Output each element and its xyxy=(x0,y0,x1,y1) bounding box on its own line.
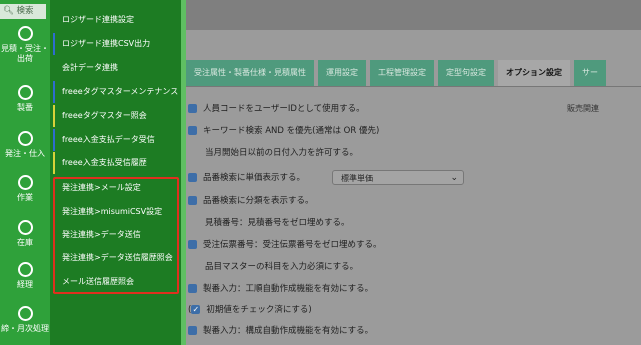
option-row[interactable]: 受注伝票番号：受注伝票番号をゼロ埋めする。 xyxy=(188,238,382,252)
tab-option-settings[interactable]: オプション設定 xyxy=(498,60,570,86)
tab-order-attributes[interactable]: 受注属性・製番仕様・見積属性 xyxy=(186,60,314,86)
option-label: 品番検索に単価表示する。 xyxy=(203,173,306,183)
sidebar-item-closing[interactable]: 締・月次処理 xyxy=(0,306,50,334)
option-label: 見積番号：見積番号をゼロ埋めする。 xyxy=(205,218,350,228)
checkbox[interactable] xyxy=(188,126,197,135)
sidebar-item-sales[interactable]: 見積・受注・出荷 xyxy=(0,26,50,64)
tab-phrase-settings[interactable]: 定型句設定 xyxy=(438,60,494,86)
menu-item[interactable]: ロジザード連携設定 xyxy=(53,9,181,31)
checkbox[interactable] xyxy=(188,240,197,249)
menu-item[interactable]: 会計データ連携 xyxy=(53,57,181,79)
menu-item[interactable]: freeeタグマスター照会 xyxy=(53,105,181,127)
circle-icon xyxy=(17,220,33,235)
menu-item[interactable]: ロジザード連携CSV出力 xyxy=(53,33,181,55)
sidebar-item-label: 締・月次処理 xyxy=(1,324,49,333)
highlight-box xyxy=(53,177,179,294)
sidebar-item-label: 見積・受注・出荷 xyxy=(1,44,49,63)
checkbox[interactable] xyxy=(188,104,197,113)
settings-tabs: 受注属性・製番仕様・見積属性 運用設定 工程管理設定 定型句設定 オプション設定… xyxy=(186,60,610,86)
option-row[interactable]: 品番検索に分類を表示する。 xyxy=(188,194,314,208)
circle-icon xyxy=(17,131,33,146)
option-label: 製番入力：構成自動作成機能を有効にする。 xyxy=(203,326,374,336)
search-input[interactable]: 🔍︎ 検索 xyxy=(0,4,46,19)
option-label: 初期値をチェック済にする) xyxy=(206,305,312,315)
sidebar-item-production-number[interactable]: 製番 xyxy=(0,85,50,113)
option-row[interactable]: (✓ 初期値をチェック済にする) xyxy=(188,303,312,317)
menu-item[interactable]: freee入金支払データ受信 xyxy=(53,129,181,151)
option-row[interactable]: 当月開始日以前の日付入力を許可する。 xyxy=(188,146,358,160)
option-label: 品番検索に分類を表示する。 xyxy=(203,196,314,206)
sidebar-item-work[interactable]: 作業 xyxy=(0,175,50,203)
select-value: 標準単価 xyxy=(341,174,373,183)
option-label: キーワード検索 AND を優先(通常は OR 優先) xyxy=(203,126,380,136)
circle-icon xyxy=(17,306,33,321)
checkbox[interactable] xyxy=(188,147,199,158)
circle-icon xyxy=(17,26,33,41)
option-row[interactable]: 品目マスターの科目を入力必須にする。 xyxy=(188,260,358,274)
tab-process-settings[interactable]: 工程管理設定 xyxy=(370,60,434,86)
option-row[interactable]: 製番入力：構成自動作成機能を有効にする。 xyxy=(188,324,373,338)
chevron-down-icon: ⌄ xyxy=(450,173,458,183)
menu-edge xyxy=(181,0,186,345)
option-row[interactable]: 見積番号：見積番号をゼロ埋めする。 xyxy=(188,216,350,230)
checkbox[interactable] xyxy=(188,196,197,205)
option-row[interactable]: キーワード検索 AND を優先(通常は OR 優先) xyxy=(188,124,379,138)
unit-price-select[interactable]: 標準単価 ⌄ xyxy=(332,170,464,185)
menu-item[interactable]: freeeタグマスターメンテナンス xyxy=(53,81,181,103)
option-label: 製番入力：工順自動作成機能を有効にする。 xyxy=(203,284,374,294)
sidebar-item-label: 在庫 xyxy=(17,238,33,247)
search-label: 検索 xyxy=(16,6,34,16)
sidebar-item-label: 作業 xyxy=(17,193,33,202)
checkbox[interactable]: ✓ xyxy=(191,305,201,314)
checkbox[interactable] xyxy=(188,326,197,335)
option-label: 受注伝票番号：受注伝票番号をゼロ埋めする。 xyxy=(203,240,382,250)
tab-divider xyxy=(186,86,641,87)
sidebar-item-label: 経理 xyxy=(17,280,33,289)
sidebar-item-accounting[interactable]: 経理 xyxy=(0,262,50,290)
option-row[interactable]: 品番検索に単価表示する。 xyxy=(188,171,305,185)
search-icon: 🔍︎ xyxy=(3,6,14,16)
option-label: 当月開始日以前の日付入力を許可する。 xyxy=(205,148,359,158)
checkbox[interactable] xyxy=(188,261,199,272)
option-row[interactable]: 人員コードをユーザーIDとして使用する。 xyxy=(188,102,365,116)
checkbox[interactable] xyxy=(188,173,197,182)
tab-operation-settings[interactable]: 運用設定 xyxy=(318,60,366,86)
option-label: 人員コードをユーザーIDとして使用する。 xyxy=(203,104,365,114)
sidebar-item-inventory[interactable]: 在庫 xyxy=(0,220,50,248)
option-label: 品目マスターの科目を入力必須にする。 xyxy=(205,262,359,272)
circle-icon xyxy=(17,85,33,100)
tab-service[interactable]: サー xyxy=(574,60,606,86)
sidebar-item-label: 製番 xyxy=(17,103,33,112)
sidebar-item-label: 発注・仕入 xyxy=(5,149,45,158)
circle-icon xyxy=(17,262,33,277)
sidebar-item-purchasing[interactable]: 発注・仕入 xyxy=(0,131,50,159)
sales-section-label: 販売関連 xyxy=(567,104,599,113)
checkbox[interactable] xyxy=(188,217,199,228)
option-row[interactable]: 製番入力：工順自動作成機能を有効にする。 xyxy=(188,282,373,296)
checkbox[interactable] xyxy=(188,284,197,293)
menu-item[interactable]: freee入金支払受信履歴 xyxy=(53,152,181,174)
circle-icon xyxy=(17,175,33,190)
icon-sidebar: 🔍︎ 検索 見積・受注・出荷 製番 発注・仕入 作業 在庫 経理 締・月次処理 xyxy=(0,0,50,345)
